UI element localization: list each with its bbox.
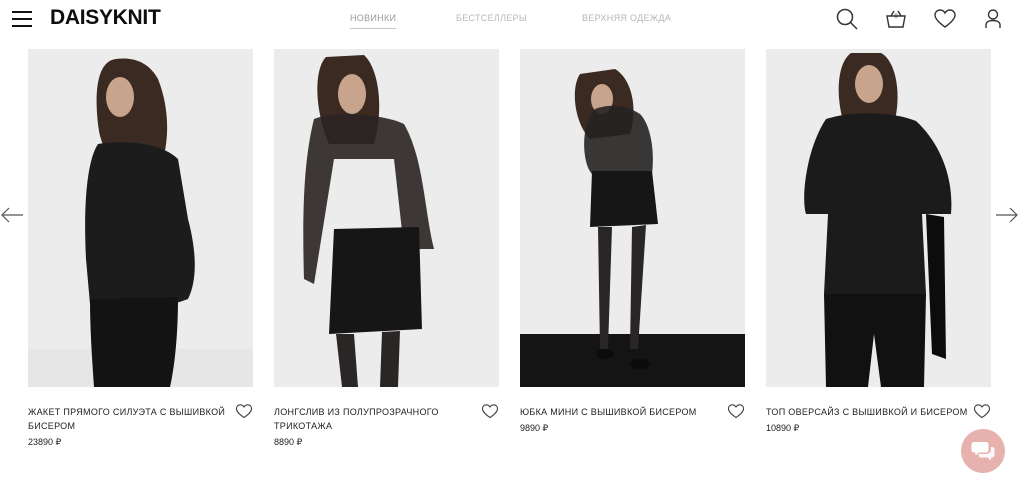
- product-info: ЖАКЕТ ПРЯМОГО СИЛУЭТА С ВЫШИВКОЙ БИСЕРОМ…: [28, 387, 253, 449]
- main-nav: НОВИНКИ БЕСТСЕЛЛЕРЫ ВЕРХНЯЯ ОДЕЖДА: [0, 13, 1024, 29]
- product-card[interactable]: ЖАКЕТ ПРЯМОГО СИЛУЭТА С ВЫШИВКОЙ БИСЕРОМ…: [28, 49, 253, 449]
- product-photo[interactable]: [766, 49, 991, 387]
- product-card[interactable]: ТОП ОВЕРСАЙЗ С ВЫШИВКОЙ И БИСЕРОМ 10890 …: [766, 49, 991, 435]
- product-info: ЮБКА МИНИ С ВЫШИВКОЙ БИСЕРОМ 9890 ₽: [520, 387, 745, 435]
- product-info: ТОП ОВЕРСАЙЗ С ВЫШИВКОЙ И БИСЕРОМ 10890 …: [766, 387, 991, 435]
- favorite-heart-icon[interactable]: [973, 403, 991, 419]
- product-photo[interactable]: [274, 49, 499, 387]
- user-icon[interactable]: [980, 6, 1006, 32]
- product-photo[interactable]: [28, 49, 253, 387]
- product-price: 8890 ₽: [274, 437, 303, 447]
- favorite-heart-icon[interactable]: [235, 403, 253, 419]
- product-name[interactable]: ТОП ОВЕРСАЙЗ С ВЫШИВКОЙ И БИСЕРОМ: [766, 405, 971, 419]
- basket-icon[interactable]: 0: [883, 6, 909, 32]
- product-price: 9890 ₽: [520, 423, 549, 433]
- product-card[interactable]: ЛОНГСЛИВ ИЗ ПОЛУПРОЗРАЧНОГО ТРИКОТАЖА 88…: [274, 49, 499, 449]
- product-photo[interactable]: [520, 49, 745, 387]
- favorite-heart-icon[interactable]: [727, 403, 745, 419]
- nav-item-outerwear[interactable]: ВЕРХНЯЯ ОДЕЖДА: [582, 13, 671, 23]
- product-name[interactable]: ЮБКА МИНИ С ВЫШИВКОЙ БИСЕРОМ: [520, 405, 725, 419]
- product-price: 10890 ₽: [766, 423, 800, 433]
- product-info: ЛОНГСЛИВ ИЗ ПОЛУПРОЗРАЧНОГО ТРИКОТАЖА 88…: [274, 387, 499, 449]
- nav-item-bestsellers[interactable]: БЕСТСЕЛЛЕРЫ: [456, 13, 527, 23]
- chat-icon: [971, 442, 995, 461]
- product-card[interactable]: ЮБКА МИНИ С ВЫШИВКОЙ БИСЕРОМ 9890 ₽: [520, 49, 745, 435]
- arrow-right-icon[interactable]: [995, 205, 1019, 225]
- cart-count: 0: [894, 14, 898, 20]
- arrow-left-icon[interactable]: [0, 205, 24, 225]
- product-name[interactable]: ЛОНГСЛИВ ИЗ ПОЛУПРОЗРАЧНОГО ТРИКОТАЖА: [274, 405, 479, 433]
- product-name[interactable]: ЖАКЕТ ПРЯМОГО СИЛУЭТА С ВЫШИВКОЙ БИСЕРОМ: [28, 405, 233, 433]
- heart-icon[interactable]: [932, 6, 958, 32]
- nav-item-new[interactable]: НОВИНКИ: [350, 13, 397, 29]
- chat-button[interactable]: [961, 429, 1005, 473]
- product-price: 23890 ₽: [28, 437, 62, 447]
- search-icon[interactable]: [834, 6, 860, 32]
- favorite-heart-icon[interactable]: [481, 403, 499, 419]
